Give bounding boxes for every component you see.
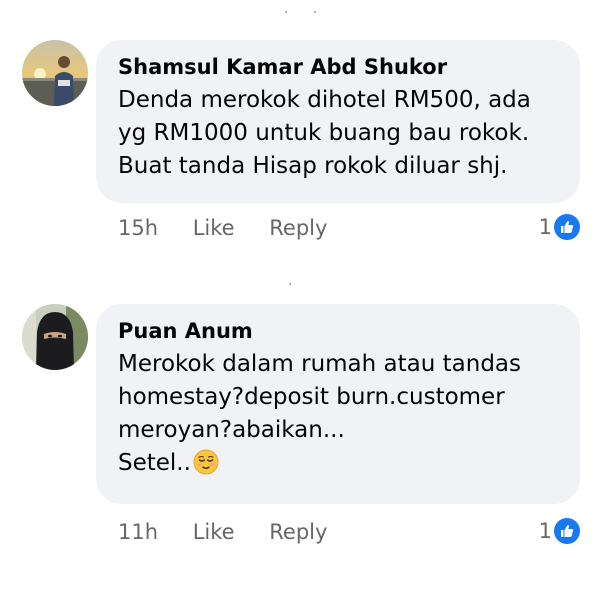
avatar[interactable] xyxy=(22,40,88,106)
reaction-summary[interactable]: 1 xyxy=(539,518,580,544)
comment-text-line: Setel.. xyxy=(118,450,191,476)
more-dots-top: · · xyxy=(284,5,328,21)
thumbs-up-icon xyxy=(554,214,580,240)
comment-author[interactable]: Shamsul Kamar Abd Shukor xyxy=(118,54,558,80)
comment-timestamp[interactable]: 11h xyxy=(118,520,158,544)
comment-bubble: Puan Anum Merokok dalam rumah atau tanda… xyxy=(96,304,580,504)
avatar-woman-niqab-photo xyxy=(22,304,88,370)
comment-text-line: yg RM1000 untuk buang bau rokok. xyxy=(118,120,530,146)
relieved-face-emoji xyxy=(193,449,219,475)
comment-text-line: homestay?deposit burn.customer xyxy=(118,384,505,410)
comment-actions: 11h Like Reply xyxy=(118,520,355,544)
reaction-count: 1 xyxy=(538,519,552,543)
comment-text-line: Merokok dalam rumah atau tandas xyxy=(118,351,521,377)
reply-button[interactable]: Reply xyxy=(269,216,327,240)
like-button[interactable]: Like xyxy=(193,520,235,544)
avatar[interactable] xyxy=(22,304,88,370)
comment-actions: 15h Like Reply xyxy=(118,216,355,240)
more-dots-middle: · xyxy=(288,277,303,293)
avatar-man-sunset-photo xyxy=(22,40,88,106)
comment-text-line-with-emoji: Setel.. xyxy=(118,447,558,480)
reaction-summary[interactable]: 1 xyxy=(539,214,580,240)
thumbs-up-icon xyxy=(554,518,580,544)
comment-text-line: Buat tanda Hisap rokok diluar shj. xyxy=(118,153,508,179)
reaction-count: 1 xyxy=(538,215,552,239)
comment-timestamp[interactable]: 15h xyxy=(118,216,158,240)
comment-text-line: meroyan?abaikan... xyxy=(118,417,345,443)
reply-button[interactable]: Reply xyxy=(269,520,327,544)
comment-author[interactable]: Puan Anum xyxy=(118,318,558,344)
like-button[interactable]: Like xyxy=(193,216,235,240)
comment-text-line: Denda merokok dihotel RM500, ada xyxy=(118,87,531,113)
comment-bubble: Shamsul Kamar Abd Shukor Denda merokok d… xyxy=(96,40,580,203)
